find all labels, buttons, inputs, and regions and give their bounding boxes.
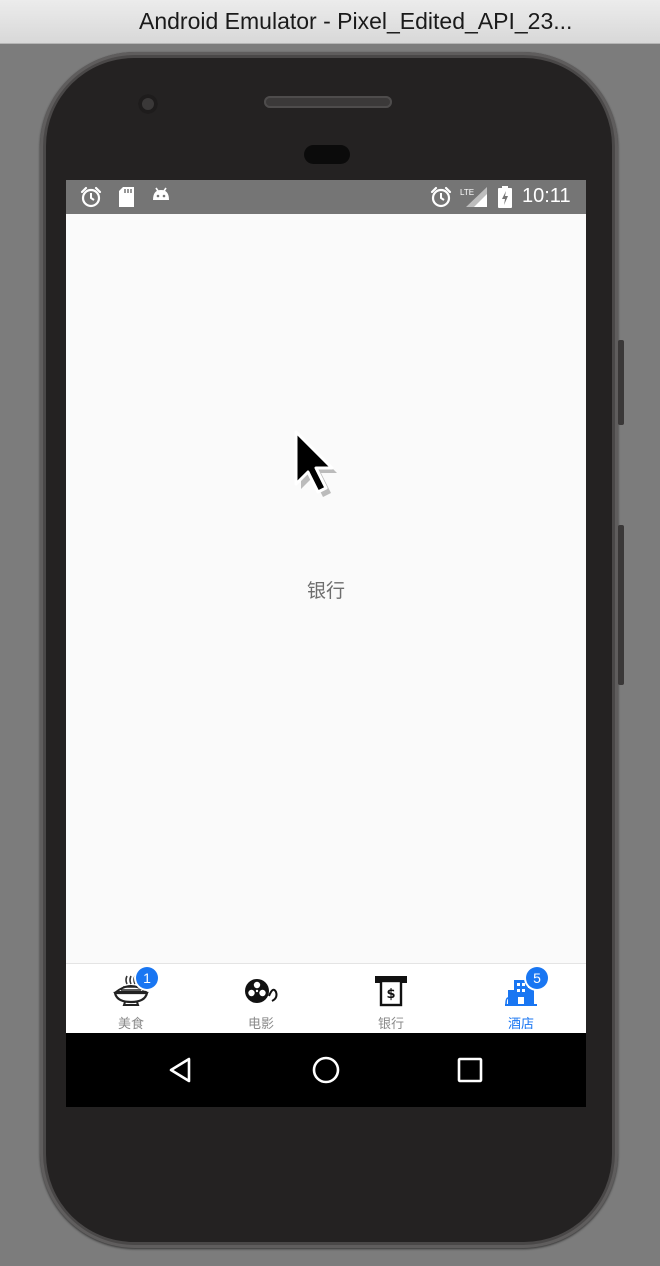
window-title: Android Emulator - Pixel_Edited_API_23..…: [139, 8, 573, 34]
front-camera: [138, 94, 158, 114]
recents-icon[interactable]: [453, 1053, 487, 1087]
back-icon[interactable]: [164, 1053, 198, 1087]
tab-hotel-label: 酒店: [507, 1017, 534, 1032]
svg-text:$: $: [386, 987, 395, 1002]
tab-food[interactable]: 1 美食: [66, 964, 196, 1034]
device-screen: LTE 10:11 银行 1 美食 电影 $ 银行 5 酒店: [66, 180, 586, 1107]
status-time: 10:11: [522, 185, 571, 207]
android-icon: [151, 186, 171, 212]
system-navigation-bar: [66, 1033, 586, 1107]
page-label: 银行: [306, 580, 345, 602]
atm-cash-icon: $: [373, 974, 409, 1008]
lte-signal-icon: LTE: [460, 186, 490, 212]
tab-movie[interactable]: 电影: [196, 964, 326, 1034]
battery-charging-icon: [498, 186, 512, 212]
alarm-icon: [430, 186, 452, 212]
tab-hotel[interactable]: 5 酒店: [456, 964, 586, 1034]
power-button[interactable]: [618, 340, 624, 425]
hotel-badge: 5: [526, 967, 548, 989]
proximity-sensor: [304, 145, 350, 164]
earpiece-speaker: [264, 96, 392, 108]
food-badge: 1: [136, 967, 158, 989]
lte-label: LTE: [460, 188, 474, 197]
tab-movie-label: 电影: [247, 1017, 274, 1032]
bottom-navigation: 1 美食 电影 $ 银行 5 酒店: [66, 963, 586, 1033]
status-bar: LTE 10:11: [66, 180, 586, 214]
home-icon[interactable]: [309, 1053, 343, 1087]
tab-bank-label: 银行: [377, 1017, 404, 1032]
tab-food-label: 美食: [117, 1017, 144, 1032]
main-content: 银行: [66, 214, 586, 963]
window-titlebar: Android Emulator - Pixel_Edited_API_23..…: [0, 0, 660, 44]
mouse-cursor-icon: [292, 428, 340, 502]
volume-button[interactable]: [618, 525, 624, 685]
alarm-icon: [80, 186, 102, 212]
tab-bank[interactable]: $ 银行: [326, 964, 456, 1034]
sd-card-icon: [117, 186, 137, 212]
film-reel-icon: [243, 974, 279, 1008]
